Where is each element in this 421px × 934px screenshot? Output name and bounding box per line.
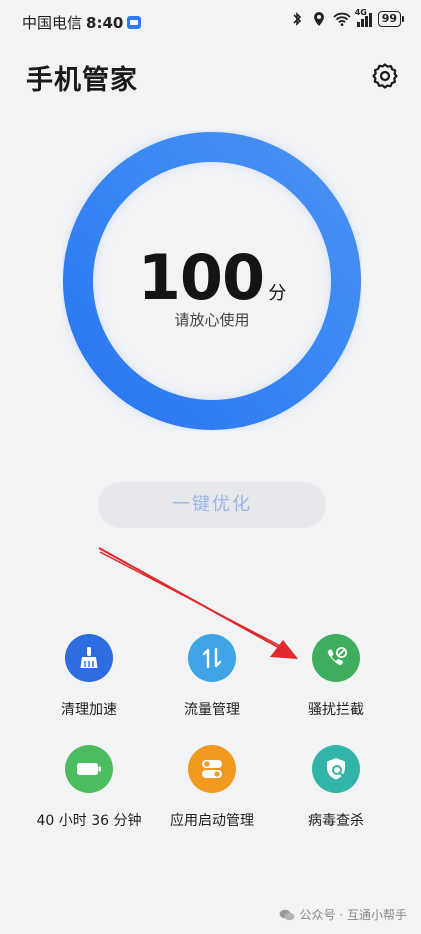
broom-icon bbox=[80, 647, 98, 668]
signal-icon: 4G bbox=[354, 8, 372, 27]
message-notification-icon bbox=[127, 16, 142, 29]
wechat-icon bbox=[279, 909, 295, 920]
score-description: 请放心使用 bbox=[174, 311, 250, 329]
blocked-call-icon bbox=[327, 647, 347, 665]
virus-scan-shield-icon bbox=[327, 758, 345, 780]
status-time: 8:40 bbox=[86, 14, 124, 32]
tool-virus-scan[interactable]: 病毒查杀 bbox=[276, 745, 396, 830]
tool-label: 应用启动管理 bbox=[170, 813, 254, 829]
status-bar: 中国电信 8:40 4G 99 bbox=[0, 0, 421, 44]
data-transfer-icon bbox=[202, 647, 222, 669]
bluetooth-icon bbox=[293, 12, 301, 26]
tool-icon-bg bbox=[65, 745, 113, 793]
tool-harassment-block[interactable]: 骚扰拦截 bbox=[276, 634, 396, 719]
tool-label: 病毒查杀 bbox=[308, 813, 364, 829]
settings-gear-icon[interactable] bbox=[371, 62, 399, 90]
page-title: 手机管家 bbox=[26, 65, 138, 96]
tool-app-launch-management[interactable]: 应用启动管理 bbox=[152, 745, 272, 830]
watermark-text: 公众号 · 互通小帮手 bbox=[299, 908, 407, 922]
watermark: 公众号 · 互通小帮手 bbox=[279, 906, 407, 923]
wifi-icon bbox=[333, 12, 351, 26]
tool-battery-time[interactable]: 40 小时 36 分钟 bbox=[29, 745, 149, 830]
tool-icon-bg bbox=[188, 634, 236, 682]
tool-label: 清理加速 bbox=[61, 702, 117, 718]
tool-icon-bg bbox=[65, 634, 113, 682]
health-score-ring: 100 分 请放心使用 bbox=[62, 131, 362, 431]
app-launch-toggle-icon bbox=[202, 760, 222, 778]
tool-label: 40 小时 36 分钟 bbox=[36, 813, 142, 829]
tool-data-management[interactable]: 流量管理 bbox=[152, 634, 272, 719]
status-left: 中国电信 8:40 bbox=[22, 12, 142, 33]
tool-icon-bg bbox=[188, 745, 236, 793]
tool-label: 流量管理 bbox=[184, 702, 240, 718]
tool-clean-accelerate[interactable]: 清理加速 bbox=[29, 634, 149, 719]
score-display: 100 分 bbox=[62, 241, 362, 314]
network-type: 4G bbox=[354, 8, 367, 17]
one-click-optimize-button[interactable]: 一键优化 bbox=[98, 482, 326, 528]
score-unit: 分 bbox=[268, 283, 287, 304]
battery-icon bbox=[77, 763, 101, 775]
tool-icon-bg bbox=[312, 634, 360, 682]
tool-label: 骚扰拦截 bbox=[308, 702, 364, 718]
tool-icon-bg bbox=[312, 745, 360, 793]
carrier-name: 中国电信 bbox=[22, 14, 83, 32]
location-icon bbox=[313, 12, 324, 26]
status-right: 4G 99 bbox=[289, 8, 405, 27]
score-value: 100 bbox=[137, 241, 265, 314]
battery-indicator: 99 bbox=[377, 11, 405, 27]
